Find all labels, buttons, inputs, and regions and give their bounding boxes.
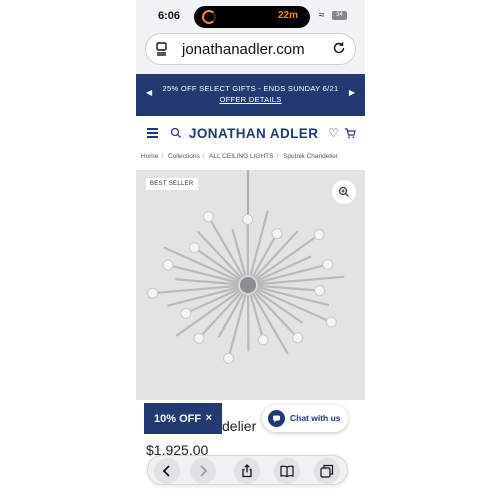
promo-banner[interactable]: ◀ 25% OFF SELECT GIFTS - ENDS SUNDAY 6/2… (136, 74, 365, 116)
status-time: 6:06 (158, 10, 181, 22)
status-bar: 6:06 22m ≈ 34 (136, 0, 365, 34)
discount-label: 10% OFF (154, 413, 202, 425)
promo-next-icon[interactable]: ▶ (349, 88, 355, 97)
back-button[interactable] (154, 458, 180, 484)
site-header: JONATHAN ADLER ♡ (136, 116, 365, 152)
chevron-right-icon (200, 465, 208, 477)
zoom-icon (338, 186, 349, 197)
product-image[interactable]: BEST SELLER (136, 170, 365, 400)
phone-screen: 6:06 22m ≈ 34 jonathanadler.com ◀ 25% OF… (136, 0, 365, 500)
breadcrumb-current: Sputnik Chandelier (283, 153, 339, 160)
timer-label: 22m (277, 10, 298, 21)
share-button[interactable] (234, 458, 260, 484)
product-title: delier (222, 418, 257, 434)
best-seller-badge: BEST SELLER (146, 178, 198, 190)
cart-icon[interactable] (344, 127, 356, 139)
bookmarks-button[interactable] (274, 458, 300, 484)
book-icon (280, 465, 294, 478)
share-icon (242, 464, 252, 478)
tabs-icon (320, 464, 334, 478)
reload-icon[interactable] (332, 41, 346, 55)
chandelier-image (147, 170, 345, 364)
close-icon[interactable]: × (206, 412, 212, 424)
offer-details-link[interactable]: OFFER DETAILS (136, 95, 365, 104)
browser-toolbar (147, 455, 348, 485)
breadcrumb-collections[interactable]: Collections (168, 153, 200, 160)
chat-bubble-icon (268, 410, 285, 427)
wishlist-heart-icon[interactable]: ♡ (328, 126, 339, 140)
address-bar[interactable]: jonathanadler.com (145, 33, 356, 65)
page-menu-icon[interactable] (156, 42, 167, 56)
product-info: delier $1,925.00 ★ 10% OFF × Chat with u… (136, 400, 365, 500)
tabs-button[interactable] (314, 458, 340, 484)
dynamic-island[interactable]: 22m (194, 6, 310, 28)
discount-popup-button[interactable]: 10% OFF × (144, 403, 222, 434)
wifi-icon: ≈ (319, 10, 325, 21)
breadcrumb: Home / Collections / ALL CEILING LIGHTS / S… (136, 152, 365, 170)
breadcrumb-home[interactable]: Home (141, 153, 158, 160)
url-text[interactable]: jonathanadler.com (182, 41, 305, 58)
battery-icon: 34 (332, 11, 347, 20)
zoom-button[interactable] (332, 180, 356, 204)
chat-button[interactable]: Chat with us (262, 405, 348, 432)
breadcrumb-ceiling-lights[interactable]: ALL CEILING LIGHTS (209, 153, 273, 160)
chevron-left-icon (162, 465, 170, 477)
chat-label: Chat with us (290, 413, 341, 423)
search-icon[interactable] (170, 127, 182, 139)
forward-button[interactable] (190, 458, 216, 484)
timer-ring-icon (202, 10, 216, 24)
hamburger-menu-icon[interactable] (147, 128, 158, 138)
promo-text: 25% OFF SELECT GIFTS - ENDS SUNDAY 6/21 (162, 84, 339, 93)
site-logo[interactable]: JONATHAN ADLER (189, 126, 318, 141)
